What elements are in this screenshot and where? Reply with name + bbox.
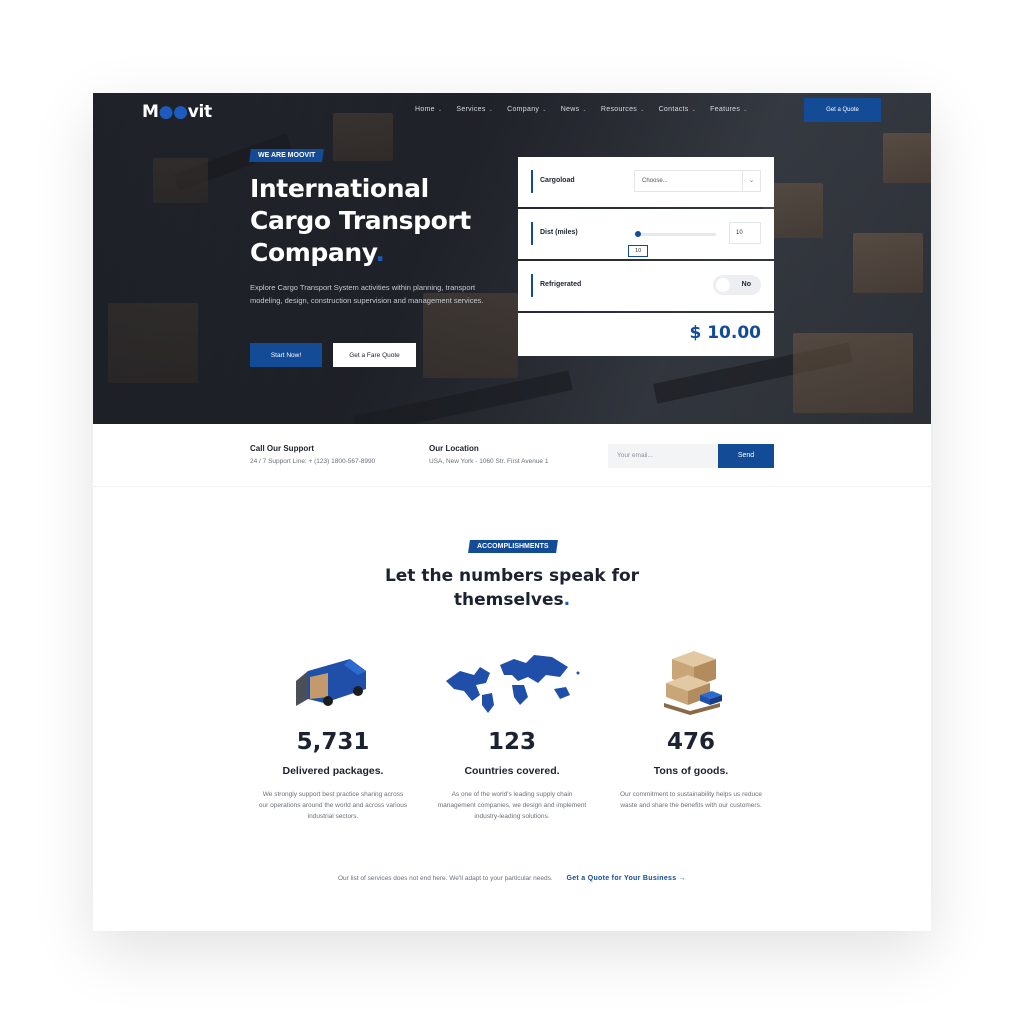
hero-description: Explore Cargo Transport System activitie… (250, 283, 484, 305)
toggle-knob (716, 278, 730, 292)
fare-calculator: Cargoload Choose... ⌄ Dist (miles) 10 10… (518, 157, 774, 356)
chevron-down-icon: ⌄ (640, 106, 645, 113)
accomplishments-badge: ACCOMPLISHMENTS (468, 540, 558, 553)
distance-slider-track[interactable] (634, 233, 716, 236)
page-frame: M●●vit Home ⌄ Services ⌄ Company ⌄ News ⌄ Re… (93, 93, 931, 931)
accomplishments-title: Let the numbers speak for themselves. (384, 566, 640, 610)
location-info: Our Location USA, New York - 1060 Str. F… (429, 444, 548, 465)
stat-countries: 123 Countries covered. As one of the wor… (427, 643, 597, 822)
support-title: Call Our Support (250, 444, 314, 453)
distance-label: Dist (miles) (540, 229, 578, 236)
stat-description: We strongly support best practice sharin… (258, 791, 408, 820)
nav-item-company[interactable]: Company ⌄ (507, 106, 547, 113)
nav-item-news[interactable]: News ⌄ (561, 106, 587, 113)
logo-dots: ●● (158, 102, 188, 122)
chevron-down-icon: ⌄ (542, 106, 547, 113)
stat-description: Our commitment to sustainability helps u… (620, 791, 762, 809)
distance-input[interactable]: 10 (729, 222, 761, 244)
chevron-down-icon: ⌄ (691, 106, 697, 113)
cargoload-label: Cargoload (540, 177, 575, 184)
fare-quote-button[interactable]: Get a Fare Quote (333, 343, 416, 367)
hero-section: M●●vit Home ⌄ Services ⌄ Company ⌄ News ⌄ Re… (93, 93, 931, 424)
refrigerated-label: Refrigerated (540, 281, 582, 288)
distance-slider-handle[interactable] (635, 231, 642, 237)
total-price: $ 10.00 (689, 323, 761, 343)
support-text: 24 / 7 Support Line: + (123) 1800-567-89… (250, 458, 376, 465)
email-input[interactable]: Your email... (608, 444, 718, 468)
nav-item-services[interactable]: Services ⌄ (456, 106, 493, 113)
world-map-icon (427, 643, 597, 713)
services-cta-text: Our list of services does not end here. … (338, 875, 553, 882)
stat-delivered: 5,731 Delivered packages. We strongly su… (248, 643, 418, 822)
info-bar: Call Our Support 24 / 7 Support Line: + … (93, 424, 931, 487)
row-accent-bar (531, 170, 533, 193)
cargoload-row: Cargoload Choose... ⌄ (518, 157, 774, 207)
chevron-down-icon: ⌄ (742, 171, 760, 191)
business-quote-link[interactable]: Get a Quote for Your Business → (566, 875, 686, 882)
nav-item-contacts[interactable]: Contacts ⌄ (659, 106, 697, 113)
toggle-state: No (741, 281, 751, 288)
support-info: Call Our Support 24 / 7 Support Line: + … (250, 444, 375, 465)
start-now-button[interactable]: Start Now! (250, 343, 322, 367)
send-button[interactable]: Send (718, 444, 774, 468)
cargoload-select[interactable]: Choose... ⌄ (634, 170, 761, 192)
refrigerated-row: Refrigerated No (518, 261, 774, 311)
boxes-pallet-icon (606, 643, 776, 715)
slider-tooltip: 10 (628, 245, 649, 257)
stat-number: 5,731 (296, 729, 370, 755)
main-nav: Home ⌄ Services ⌄ Company ⌄ News ⌄ Resources… (415, 106, 748, 113)
stat-description: As one of the world's leading supply cha… (437, 791, 587, 820)
chevron-down-icon: ⌄ (488, 106, 494, 113)
refrigerated-toggle[interactable]: No (713, 275, 761, 295)
stat-title: Tons of goods. (653, 765, 729, 777)
get-a-quote-button[interactable]: Get a Quote (804, 98, 881, 122)
stat-number: 123 (487, 729, 536, 755)
nav-item-resources[interactable]: Resources ⌄ (601, 106, 645, 113)
delivery-van-icon (248, 643, 418, 713)
location-title: Our Location (429, 444, 479, 453)
stat-title: Countries covered. (464, 765, 560, 777)
nav-item-features[interactable]: Features ⌄ (710, 106, 748, 113)
location-text: USA, New York - 1060 Str. First Avenue 1 (429, 458, 549, 465)
row-accent-bar (531, 274, 533, 297)
chevron-down-icon: ⌄ (743, 106, 748, 113)
distance-row: Dist (miles) 10 10 (518, 209, 774, 259)
logo[interactable]: M●●vit (142, 102, 212, 122)
stat-title: Delivered packages. (282, 765, 384, 777)
hero-badge: WE ARE MOOVIT (249, 149, 325, 162)
chevron-down-icon: ⌄ (582, 106, 587, 113)
stat-tons: 476 Tons of goods. Our commitment to sus… (606, 643, 776, 811)
hero-overlay (93, 93, 931, 424)
total-panel: $ 10.00 (518, 313, 774, 356)
row-accent-bar (531, 222, 533, 245)
stat-number: 476 (666, 729, 715, 755)
hero-title: International Cargo Transport Company. (250, 174, 471, 267)
chevron-down-icon: ⌄ (437, 106, 443, 113)
services-cta: Our list of services does not end here. … (93, 875, 931, 882)
nav-item-home[interactable]: Home ⌄ (415, 106, 442, 113)
